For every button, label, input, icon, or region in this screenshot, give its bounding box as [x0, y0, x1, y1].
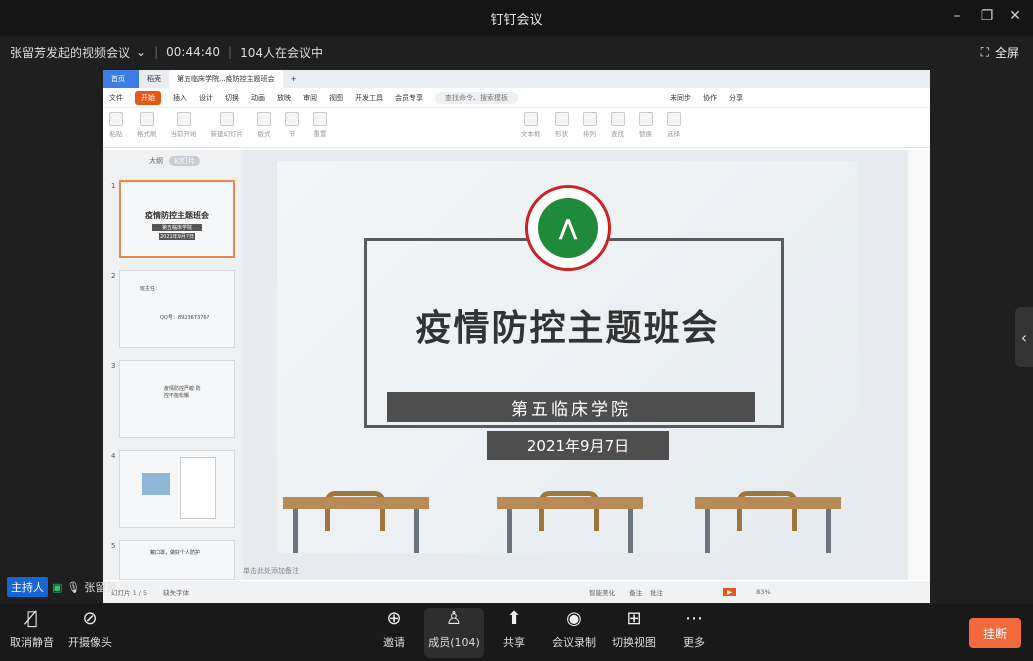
ribbon-paste[interactable]: 粘贴 [109, 112, 123, 138]
shared-screen: 首页 稻壳 第五临床学院...疫防控主题班会 + 文件 开始 插入 设计 切换 … [103, 70, 930, 603]
status-bar: 幻灯片 1 / 5 缺失字体 智能美化 备注 批注 ▶ 83% [103, 581, 930, 603]
record-button[interactable]: ◉ 会议录制 [544, 608, 604, 650]
slide-thumb-5[interactable]: 戴口罩，做好个人防护 [119, 540, 235, 580]
view-icon: ⊞ [626, 608, 642, 629]
participant-count: 104人在会议中 [240, 45, 323, 60]
menu-share[interactable]: 分享 [729, 93, 743, 103]
menu-member[interactable]: 会员专享 [395, 93, 423, 103]
slide-college: 第五临床学院 [387, 392, 755, 422]
unmute-button[interactable]: 🎙̸ 取消静音 [2, 608, 62, 650]
ribbon-new-slide[interactable]: 新建幻灯片 [211, 112, 243, 138]
record-icon: ◉ [566, 608, 582, 629]
host-name: 张留芳 [84, 581, 118, 594]
status-beautify[interactable]: 智能美化 [589, 587, 615, 597]
status-comments[interactable]: 批注 [650, 587, 663, 597]
slide-thumb-4[interactable] [119, 450, 235, 528]
meeting-duration: 00:44:40 [166, 45, 221, 59]
desk-icon [497, 491, 643, 553]
menu-insert[interactable]: 插入 [173, 93, 187, 103]
ribbon-replace[interactable]: 替换 [638, 112, 653, 138]
status-zoom[interactable]: 83% [756, 588, 770, 596]
wps-tabs: 首页 稻壳 第五临床学院...疫防控主题班会 + [103, 70, 930, 88]
notes-placeholder[interactable]: 单击此处添加备注 [243, 566, 299, 576]
title-bar: 钉钉会议 – ❐ ✕ [0, 0, 1033, 36]
play-icon[interactable]: ▶ [723, 588, 737, 596]
menu-collab[interactable]: 协作 [703, 93, 717, 103]
mic-icon: 🎙 [66, 580, 81, 594]
ribbon-textbox[interactable]: 文本框 [521, 112, 541, 138]
invite-icon: ⊕ [386, 608, 402, 629]
menu-review[interactable]: 审阅 [303, 93, 317, 103]
fullscreen-icon: ⛶ [980, 45, 989, 59]
status-notes[interactable]: 备注 [629, 587, 642, 597]
chevron-left-icon[interactable]: ‹ [1015, 307, 1033, 367]
slide-thumb-1[interactable]: 疫情防控主题班会 第五临床学院 2021年9月7日 [119, 180, 235, 258]
meeting-name[interactable]: 张留芳发起的视频会议 [10, 44, 130, 61]
menu-slideshow[interactable]: 放映 [277, 93, 291, 103]
host-label: 主持人 ▣ 🎙 张留芳 [7, 577, 117, 597]
slide-stage: ⋀ 疫情防控主题班会 第五临床学院 2021年9月7日 [243, 150, 911, 580]
more-icon: ⋯ [685, 608, 703, 629]
members-icon: ♙ [445, 608, 463, 629]
minimize-icon[interactable]: – [947, 8, 967, 24]
switch-view-button[interactable]: ⊞ 切换视图 [604, 608, 664, 650]
close-icon[interactable]: ✕ [1005, 8, 1025, 24]
mic-muted-icon: 🎙̸ [26, 608, 38, 629]
camera-off-icon: ⊘ [82, 608, 98, 629]
menu-view[interactable]: 视图 [329, 93, 343, 103]
menu-design[interactable]: 设计 [199, 93, 213, 103]
ribbon-from-current[interactable]: 当前开始 [171, 112, 197, 138]
tab-outline[interactable]: 大纲 [149, 156, 163, 166]
tab-home[interactable]: 首页 [103, 70, 139, 88]
ribbon: 粘贴 格式刷 当前开始 新建幻灯片 版式 节 重置 文本框 形状 排列 查找 替… [103, 108, 930, 148]
current-slide[interactable]: ⋀ 疫情防控主题班会 第五临床学院 2021年9月7日 [277, 161, 858, 553]
menu-animation[interactable]: 动画 [251, 93, 265, 103]
window-title: 钉钉会议 [490, 12, 543, 28]
desk-icon [283, 491, 429, 553]
tab-document[interactable]: 第五临床学院...疫防控主题班会 [169, 70, 283, 88]
slide-thumbnail-pane: 大纲 幻灯片 1 疫情防控主题班会 第五临床学院 2021年9月7日 2 班主任：… [103, 150, 243, 580]
ribbon-select[interactable]: 选择 [666, 112, 681, 138]
invite-button[interactable]: ⊕ 邀请 [364, 608, 424, 650]
menu-transition[interactable]: 切换 [225, 93, 239, 103]
fullscreen-button[interactable]: ⛶ 全屏 [981, 44, 1019, 61]
menu-file[interactable]: 文件 [109, 93, 123, 103]
search-box[interactable]: 查找命令、搜索模板 [435, 91, 518, 104]
tab-slides[interactable]: 幻灯片 [169, 156, 200, 166]
slide-title: 疫情防控主题班会 [415, 307, 720, 349]
camera-button[interactable]: ⊘ 开摄像头 [60, 608, 120, 650]
status-missing-font[interactable]: 缺失字体 [163, 587, 189, 597]
share-icon: ⬆ [506, 608, 522, 629]
ribbon-reset[interactable]: 重置 [313, 112, 327, 138]
slide-date: 2021年9月7日 [487, 431, 669, 460]
menu-dev[interactable]: 开发工具 [355, 93, 383, 103]
hangup-button[interactable]: 挂断 [969, 618, 1021, 648]
more-button[interactable]: ⋯ 更多 [664, 608, 724, 650]
meeting-toolbar: 🎙̸ 取消静音 ⊘ 开摄像头 ⊕ 邀请 ♙ 成员(104) ⬆ 共享 ◉ 会议录制 ⊞ 切换视… [0, 604, 1033, 661]
menu-sync[interactable]: 未同步 [670, 93, 691, 103]
wps-right-sidebar [908, 150, 930, 580]
menu-start[interactable]: 开始 [135, 90, 161, 105]
ribbon-shape[interactable]: 形状 [554, 112, 569, 138]
restore-icon[interactable]: ❐ [977, 8, 997, 24]
ribbon-format-painter[interactable]: 格式刷 [137, 112, 157, 138]
screen-icon: ▣ [52, 580, 63, 594]
slide-thumb-2[interactable]: 班主任： QQ号：892367376? [119, 270, 235, 348]
ribbon-layout[interactable]: 版式 [257, 112, 271, 138]
meeting-info-bar: 张留芳发起的视频会议 ⌄ | 00:44:40 | 104人在会议中 [0, 36, 1033, 68]
ribbon-arrange[interactable]: 排列 [582, 112, 597, 138]
slide-thumb-3[interactable]: 疫情防控严峻 防控不能松懈 [119, 360, 235, 438]
university-logo: ⋀ [525, 185, 611, 271]
desk-icon [695, 491, 841, 553]
ribbon-section[interactable]: 节 [285, 112, 299, 138]
host-tag: 主持人 [7, 577, 48, 597]
tab-docer[interactable]: 稻壳 [139, 70, 169, 88]
members-button[interactable]: ♙ 成员(104) [424, 608, 484, 658]
new-tab-icon[interactable]: + [283, 70, 305, 88]
share-button[interactable]: ⬆ 共享 [484, 608, 544, 650]
ribbon-find[interactable]: 查找 [610, 112, 625, 138]
chevron-down-icon[interactable]: ⌄ [136, 45, 146, 59]
wps-menu: 文件 开始 插入 设计 切换 动画 放映 审阅 视图 开发工具 会员专享 查找命… [103, 88, 930, 108]
